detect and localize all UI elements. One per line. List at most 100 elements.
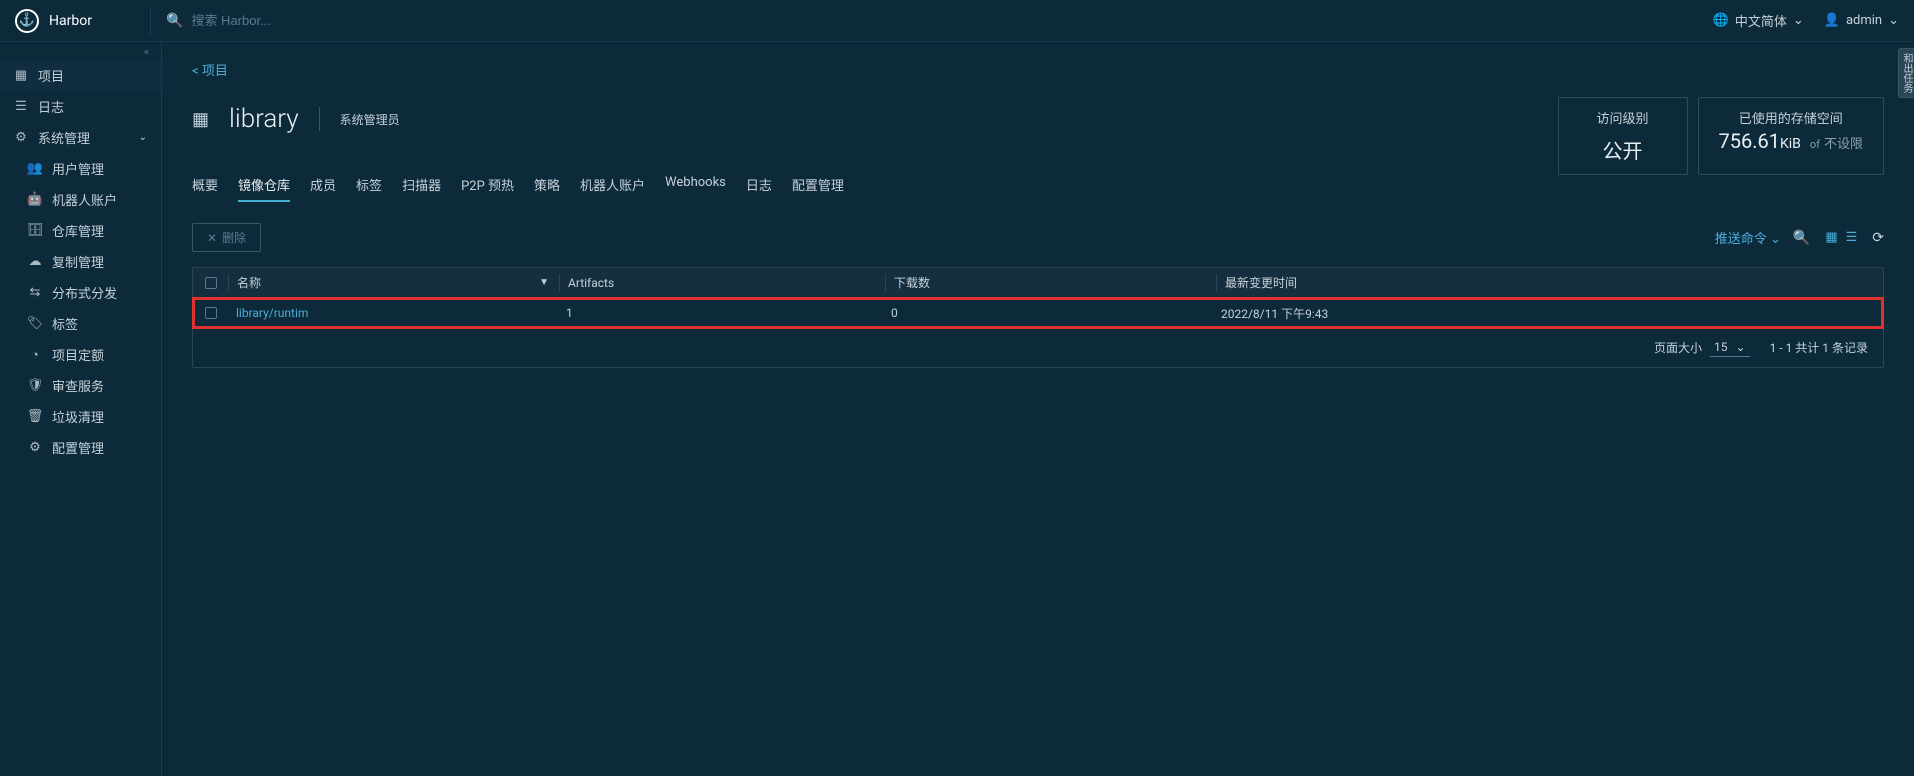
cell-downloads: 0 [883,306,1213,320]
users-icon: 👥 [28,161,42,176]
project-header: ▦ library 系统管理员 [192,104,1884,134]
tab-members[interactable]: 成员 [310,169,336,202]
col-header-name[interactable]: 名称 ▼ [229,274,559,291]
sidebar-item-replication[interactable]: ☁ 复制管理 [0,246,161,277]
pagination-summary: 1 - 1 共计 1 条记录 [1770,339,1868,356]
app-name: Harbor [49,13,92,29]
view-toggle: ▦ ☰ [1822,228,1860,247]
sidebar: « ▦ 项目 ☰ 日志 ⚙ 系统管理 ⌄ 👥 用户管理 🤖 机器人账户 🗄 仓库… [0,42,162,776]
tab-repositories[interactable]: 镜像仓库 [238,169,290,202]
search-icon: 🔍 [166,13,183,29]
sidebar-item-labels[interactable]: 🏷 标签 [0,308,161,339]
tab-summary[interactable]: 概要 [192,169,218,202]
row-checkbox[interactable] [205,307,217,319]
col-header-time[interactable]: 最新变更时间 [1217,274,1883,291]
user-label: admin [1846,13,1882,28]
logo-area[interactable]: ⚓ Harbor [15,9,135,33]
col-header-artifacts[interactable]: Artifacts [560,276,885,290]
repository-table: 名称 ▼ Artifacts 下载数 最新变更时间 library/runtim… [192,267,1884,368]
cell-time: 2022/8/11 下午9:43 [1213,305,1883,322]
sidebar-item-quotas[interactable]: ◔ 项目定额 [0,339,161,370]
project-icon: ▦ [192,109,209,130]
delete-button[interactable]: ✕ 删除 [192,223,261,252]
doc-icon: ☰ [14,99,28,114]
search-icon[interactable]: 🔍 [1793,230,1810,246]
storage-unit: KiB [1780,136,1801,152]
chevron-down-icon: ⌄ [1770,232,1781,247]
cog-icon: ⚙ [28,440,42,455]
view-grid-icon[interactable]: ▦ [1822,228,1840,247]
col-header-downloads[interactable]: 下载数 [886,274,1216,291]
cloud-icon: ☁ [28,254,42,269]
select-all-checkbox[interactable] [205,277,217,289]
tab-logs[interactable]: 日志 [746,169,772,202]
divider [319,107,320,131]
tab-policy[interactable]: 策略 [534,169,560,202]
sidebar-item-admin[interactable]: ⚙ 系统管理 ⌄ [0,122,161,153]
sidebar-item-label: 仓库管理 [52,221,104,240]
tab-config[interactable]: 配置管理 [792,169,844,202]
user-menu[interactable]: 👤 admin ⌄ [1824,13,1899,28]
sidebar-item-config[interactable]: ⚙ 配置管理 [0,432,161,463]
app-header: ⚓ Harbor 🔍 🌐 中文简体 ⌄ 👤 admin ⌄ [0,0,1914,42]
sidebar-item-logs[interactable]: ☰ 日志 [0,91,161,122]
view-list-icon[interactable]: ☰ [1843,228,1861,247]
sidebar-item-label: 项目定额 [52,345,104,364]
sidebar-item-distribution[interactable]: ⇆ 分布式分发 [0,277,161,308]
pagination: 页面大小 15 ⌄ 1 - 1 共计 1 条记录 [193,328,1883,367]
search-area: 🔍 [166,13,1713,29]
toolbar-right: 推送命令 ⌄ 🔍 ▦ ☰ ⟳ [1715,228,1884,247]
harbor-logo-icon: ⚓ [15,9,39,33]
shield-icon: 🛡 [28,378,42,393]
sidebar-item-label: 垃圾清理 [52,407,104,426]
sidebar-item-users[interactable]: 👥 用户管理 [0,153,161,184]
quota-icon: ◔ [28,347,42,363]
sidebar-item-label: 配置管理 [52,438,104,457]
tab-robot[interactable]: 机器人账户 [580,169,645,202]
tab-labels[interactable]: 标签 [356,169,382,202]
tab-webhooks[interactable]: Webhooks [665,169,726,202]
page-size-value: 15 [1714,340,1728,354]
page-size-select[interactable]: 15 ⌄ [1710,338,1750,357]
sidebar-item-label: 用户管理 [52,159,104,178]
close-icon: ✕ [207,231,217,245]
sidebar-item-registries[interactable]: 🗄 仓库管理 [0,215,161,246]
toolbar: ✕ 删除 推送命令 ⌄ 🔍 ▦ ☰ ⟳ [192,223,1884,252]
search-input[interactable] [191,13,491,28]
sidebar-item-label: 项目 [38,66,64,85]
sidebar-item-label: 标签 [52,314,78,333]
sidebar-item-label: 日志 [38,97,64,116]
robot-icon: 🤖 [28,192,42,207]
push-command-dropdown[interactable]: 推送命令 ⌄ [1715,228,1781,247]
divider [150,7,151,35]
language-label: 中文简体 [1735,11,1787,30]
info-card-value: 公开 [1579,135,1667,164]
filter-icon[interactable]: ▼ [539,277,549,288]
project-role: 系统管理员 [340,111,400,128]
storage-of: of [1810,138,1820,151]
breadcrumb-back[interactable]: < 项目 [192,60,1884,79]
repository-link[interactable]: library/runtim [236,306,308,320]
push-cmd-label: 推送命令 [1715,232,1767,247]
sidebar-item-interrogation[interactable]: 🛡 审查服务 [0,370,161,401]
side-tab-tasks[interactable]: 和出任务 [1898,48,1914,98]
sidebar-collapse-button[interactable]: « [0,42,161,60]
language-selector[interactable]: 🌐 中文简体 ⌄ [1713,11,1804,30]
delete-label: 删除 [222,229,246,246]
gear-icon: ⚙ [14,130,28,145]
col-check [193,277,228,289]
tab-p2p[interactable]: P2P 预热 [461,169,514,202]
grid-icon: ▦ [14,68,28,83]
sidebar-item-projects[interactable]: ▦ 项目 [0,60,161,91]
table-row[interactable]: library/runtim 1 0 2022/8/11 下午9:43 [193,298,1883,328]
tab-scanner[interactable]: 扫描器 [402,169,441,202]
chevron-down-icon: ⌄ [1888,13,1899,28]
table-header: 名称 ▼ Artifacts 下载数 最新变更时间 [193,268,1883,298]
refresh-icon[interactable]: ⟳ [1872,230,1884,246]
storage-limit: 不设限 [1824,137,1863,152]
sidebar-item-robots[interactable]: 🤖 机器人账户 [0,184,161,215]
chevron-down-icon: ⌄ [139,132,147,143]
trash-icon: 🗑 [28,409,42,424]
page-size-label: 页面大小 [1654,339,1702,356]
sidebar-item-gc[interactable]: 🗑 垃圾清理 [0,401,161,432]
